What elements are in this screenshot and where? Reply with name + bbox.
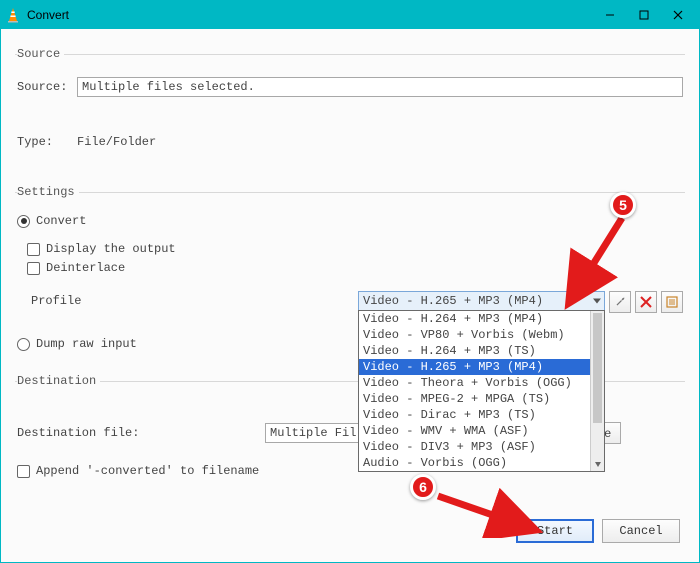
new-profile-button[interactable] <box>661 291 683 313</box>
titlebar: Convert <box>1 1 699 29</box>
source-input[interactable] <box>77 77 683 97</box>
close-button[interactable] <box>661 4 695 26</box>
settings-section: Settings Convert Display the output Dein… <box>15 185 685 356</box>
source-label: Source: <box>17 80 77 94</box>
profile-dropdown[interactable]: Video - H.264 + MP3 (MP4)Video - VP80 + … <box>358 310 605 472</box>
convert-radio-label: Convert <box>36 214 86 228</box>
destination-legend: Destination <box>17 374 100 388</box>
deinterlace-label: Deinterlace <box>46 261 125 275</box>
profile-option[interactable]: Video - MPEG-2 + MPGA (TS) <box>359 391 604 407</box>
annotation-badge-5: 5 <box>610 192 636 218</box>
delete-icon <box>640 296 652 308</box>
window-title: Convert <box>27 8 593 22</box>
display-output-checkbox[interactable] <box>27 243 40 256</box>
convert-window: Convert Source Source: Type: File/Folder… <box>0 0 700 563</box>
source-legend: Source <box>17 47 64 61</box>
wrench-icon <box>613 295 627 309</box>
dropdown-scrollbar[interactable] <box>590 311 604 471</box>
profile-combobox[interactable]: Video - H.265 + MP3 (MP4) <box>358 291 605 311</box>
profile-option[interactable]: Video - H.265 + MP3 (MP4) <box>359 359 604 375</box>
profile-label: Profile <box>31 291 111 308</box>
deinterlace-checkbox[interactable] <box>27 262 40 275</box>
start-button[interactable]: Start <box>516 519 594 543</box>
chevron-down-icon <box>593 299 601 304</box>
minimize-button[interactable] <box>593 4 627 26</box>
vlc-icon <box>5 7 21 23</box>
profile-option[interactable]: Video - H.264 + MP3 (TS) <box>359 343 604 359</box>
display-output-label: Display the output <box>46 242 176 256</box>
type-value: File/Folder <box>77 135 156 149</box>
start-button-label: Start <box>537 524 573 538</box>
profile-option[interactable]: Video - WMV + WMA (ASF) <box>359 423 604 439</box>
profile-option[interactable]: Video - Dirac + MP3 (TS) <box>359 407 604 423</box>
profile-selected: Video - H.265 + MP3 (MP4) <box>363 294 543 308</box>
destination-file-label: Destination file: <box>17 426 147 440</box>
scroll-thumb[interactable] <box>593 313 602 423</box>
type-label: Type: <box>17 135 77 149</box>
append-converted-checkbox[interactable] <box>17 465 30 478</box>
dump-raw-label: Dump raw input <box>36 337 137 351</box>
profile-option[interactable]: Video - VP80 + Vorbis (Webm) <box>359 327 604 343</box>
profile-option[interactable]: Audio - Vorbis (OGG) <box>359 455 604 471</box>
settings-legend: Settings <box>17 185 79 199</box>
append-converted-label: Append '-converted' to filename <box>36 464 259 478</box>
delete-profile-button[interactable] <box>635 291 657 313</box>
dump-raw-radio[interactable] <box>17 338 30 351</box>
edit-profile-button[interactable] <box>609 291 631 313</box>
source-section: Source Source: Type: File/Folder <box>15 47 685 155</box>
cancel-button-label: Cancel <box>619 524 662 538</box>
profile-option[interactable]: Video - H.264 + MP3 (MP4) <box>359 311 604 327</box>
profile-option[interactable]: Video - DIV3 + MP3 (ASF) <box>359 439 604 455</box>
maximize-button[interactable] <box>627 4 661 26</box>
profile-option[interactable]: Video - Theora + Vorbis (OGG) <box>359 375 604 391</box>
new-profile-icon <box>666 296 678 308</box>
annotation-badge-6: 6 <box>410 474 436 500</box>
cancel-button[interactable]: Cancel <box>602 519 680 543</box>
scroll-down-icon[interactable] <box>591 457 604 471</box>
convert-radio[interactable] <box>17 215 30 228</box>
